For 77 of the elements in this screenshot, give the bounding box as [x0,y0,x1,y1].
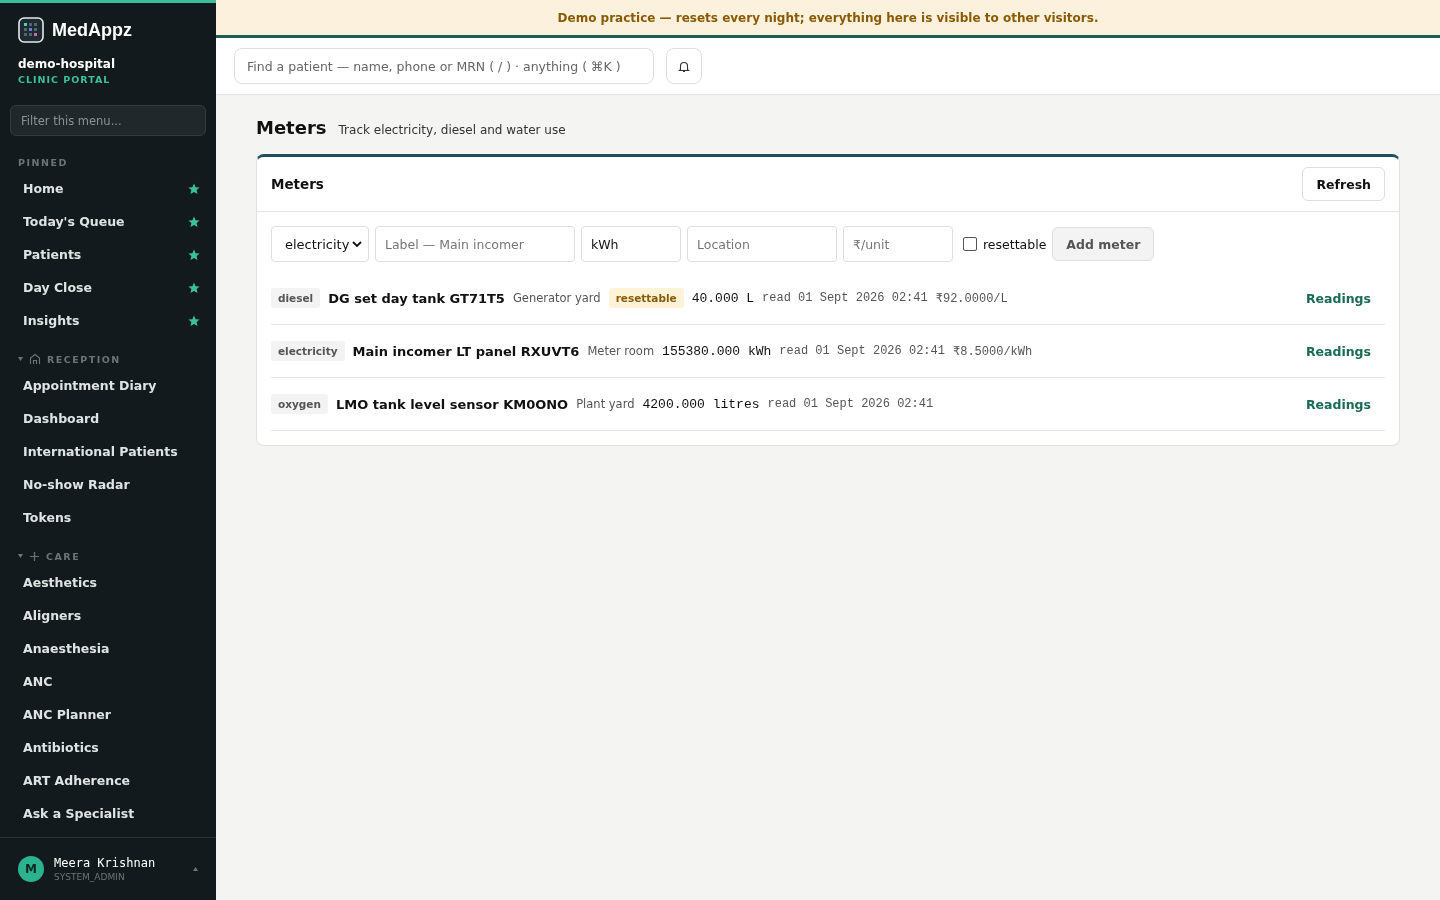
meter-reading: 4200.000 litres [642,396,760,412]
star-icon[interactable] [188,248,200,261]
readings-link[interactable]: Readings [1305,396,1371,412]
read-time: read 01 Sept 2026 02:41 [762,291,928,305]
star-icon[interactable] [188,215,200,228]
nav-item[interactable]: Home [10,172,206,205]
section-heading: RECEPTION [47,353,121,365]
type-tag: oxygen [271,394,328,414]
caret-icon[interactable] [193,867,198,871]
nav-item[interactable]: Aesthetics [10,566,206,599]
nav-item[interactable]: ART Adherence [10,764,206,797]
nav-item[interactable]: Dashboard [10,402,206,435]
nav-item[interactable]: International Patients [10,435,206,468]
section-heading: CARE [46,550,81,562]
search-field[interactable]: Find a patient — name, phone or MRN ( / ) · anything ( ⌘K ) [234,48,654,84]
demo-banner: Demo practice — resets every night; everything here is visible to other visitors. [216,0,1440,38]
avatar: M [18,856,44,882]
nav-item[interactable]: Day Close [10,271,206,304]
location-field[interactable]: Location [687,226,837,262]
refresh-button[interactable]: Refresh [1302,167,1385,201]
unit-rate: ₹92.0000/L [935,290,1008,306]
checkbox-label: resettable [983,236,1047,252]
nav-item[interactable]: Anaesthesia [10,632,206,665]
user-name: Meera Krishnan [54,856,157,870]
star-icon[interactable] [188,182,200,195]
nav-item[interactable]: Today's Queue [10,205,206,238]
nav-item[interactable]: Tokens [10,501,206,534]
caret-icon[interactable] [18,357,23,361]
brand-name: MedAppz [52,19,132,41]
caret-icon[interactable] [18,554,23,558]
nav-item[interactable]: Insights [10,304,206,337]
nav-item[interactable]: Antibiotics [10,731,206,764]
nav-item[interactable]: Patients [10,238,206,271]
resettable-badge: resettable [608,288,684,308]
star-icon[interactable] [188,314,200,327]
meter-reading: 40.000 L [691,290,755,306]
read-time: read 01 Sept 2026 02:41 [779,344,945,358]
meter-name: Main incomer LT panel RXUVT6 [352,343,580,359]
star-icon[interactable] [188,281,200,294]
user-role: SYSTEM_ADMIN [54,872,126,882]
bell-icon [678,59,690,73]
type-dropdown[interactable]: electricity [271,226,369,262]
meter-name: DG set day tank GT71T5 [328,290,505,306]
meter-reading: 155380.000 kWh [662,343,772,359]
add-meter-button[interactable]: Add meter [1052,227,1155,261]
chevron-icon [352,240,362,248]
readings-link[interactable]: Readings [1305,343,1371,359]
notifications-button[interactable] [666,48,702,84]
readings-link[interactable]: Readings [1305,290,1371,306]
section-heading: PINNED [18,156,68,168]
unit-rate: ₹8.5000/kWh [952,343,1033,359]
nav-item[interactable]: No-show Radar [10,468,206,501]
price-field[interactable]: ₹/unit [843,226,953,262]
card-title: Meters [271,176,324,192]
portal-label: CLINIC PORTAL [18,74,112,85]
nav-item[interactable]: Ask a Specialist [10,797,206,830]
type-tag: electricity [271,341,345,361]
filter-field[interactable]: Filter this menu... [10,105,206,136]
org-name: demo-hospital [18,57,117,71]
house-icon [29,353,41,365]
meter-name: LMO tank level sensor KM0ONO [335,396,569,412]
nav-item[interactable]: Aligners [10,599,206,632]
page-subtitle: Track electricity, diesel and water use [338,123,566,137]
meter-location: Meter room [587,344,655,358]
nav-item[interactable]: Appointment Diary [10,369,206,402]
read-time: read 01 Sept 2026 02:41 [767,397,934,411]
measure-unit-field[interactable]: kWh [581,226,681,262]
meter-location: Generator yard [512,291,601,305]
type-tag: diesel [271,288,321,308]
label-field[interactable]: Label — Main incomer [375,226,575,262]
meter-location: Plant yard [576,397,635,411]
logo-icon [18,17,44,43]
resettable-checkbox[interactable] [963,237,977,251]
page-title: Meters [256,117,327,138]
nav-item[interactable]: ANC Planner [10,698,206,731]
nav-item[interactable]: ANC [10,665,206,698]
plus-icon [29,550,40,562]
